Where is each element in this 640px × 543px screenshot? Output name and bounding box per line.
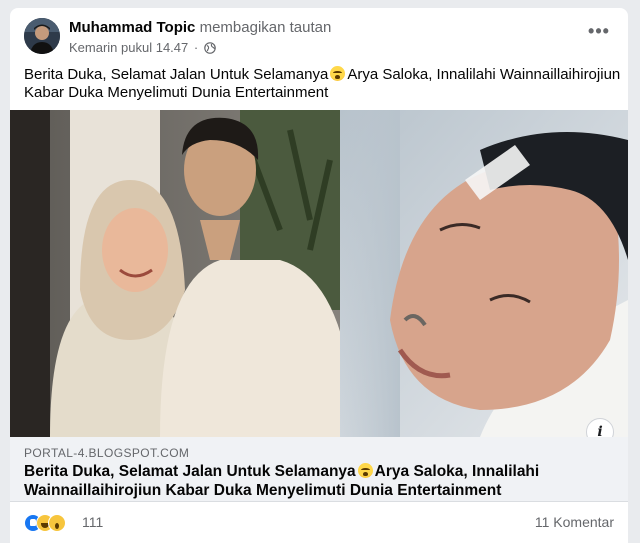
author-avatar[interactable]	[24, 18, 60, 54]
reaction-count[interactable]: 111	[82, 514, 103, 530]
author-name[interactable]: Muhammad Topic	[69, 19, 195, 36]
crying-face-emoji-icon	[330, 66, 346, 81]
meta-separator: ·	[193, 40, 199, 55]
link-title-part-b: Arya Saloka, Innalilahi	[374, 463, 540, 480]
post-header: Muhammad Topic membagikan tautan Kemarin…	[24, 18, 614, 62]
post-text-part-b: Arya Saloka, Innalilahi Wainnaillaihiroj…	[347, 66, 621, 83]
author-line: Muhammad Topic membagikan tautan	[69, 19, 331, 36]
comments-count[interactable]: 11 Komentar	[535, 514, 614, 530]
link-domain: PORTAL-4.BLOGSPOT.COM	[24, 446, 190, 460]
link-preview-details[interactable]: PORTAL-4.BLOGSPOT.COM Berita Duka, Selam…	[10, 437, 628, 502]
post-text-part-a: Berita Duka, Selamat Jalan Untuk Selaman…	[24, 66, 329, 83]
post-text: Berita Duka, Selamat Jalan Untuk Selaman…	[24, 66, 620, 102]
link-title-line-2: Wainnaillaihirojiun Kabar Duka Menyelimu…	[24, 482, 502, 499]
post-action: membagikan tautan	[199, 19, 332, 36]
link-title-part-a: Berita Duka, Selamat Jalan Untuk Selaman…	[24, 463, 356, 480]
post-card: Muhammad Topic membagikan tautan Kemarin…	[10, 8, 628, 543]
post-timestamp[interactable]: Kemarin pukul 14.47	[69, 40, 188, 55]
post-text-line-1: Berita Duka, Selamat Jalan Untuk Selaman…	[24, 66, 620, 84]
link-title[interactable]: Berita Duka, Selamat Jalan Untuk Selaman…	[24, 462, 539, 500]
more-options-icon[interactable]: •••	[584, 22, 614, 48]
crying-face-emoji-icon	[357, 463, 373, 478]
wow-icon	[48, 514, 66, 532]
link-title-line-1: Berita Duka, Selamat Jalan Untuk Selaman…	[24, 462, 539, 481]
globe-icon	[204, 42, 216, 57]
post-footer: 111 11 Komentar	[24, 510, 614, 534]
post-text-line-2: Kabar Duka Menyelimuti Dunia Entertainme…	[24, 84, 329, 101]
post-meta: Kemarin pukul 14.47 ·	[69, 40, 216, 57]
link-preview-image[interactable]	[10, 110, 628, 437]
